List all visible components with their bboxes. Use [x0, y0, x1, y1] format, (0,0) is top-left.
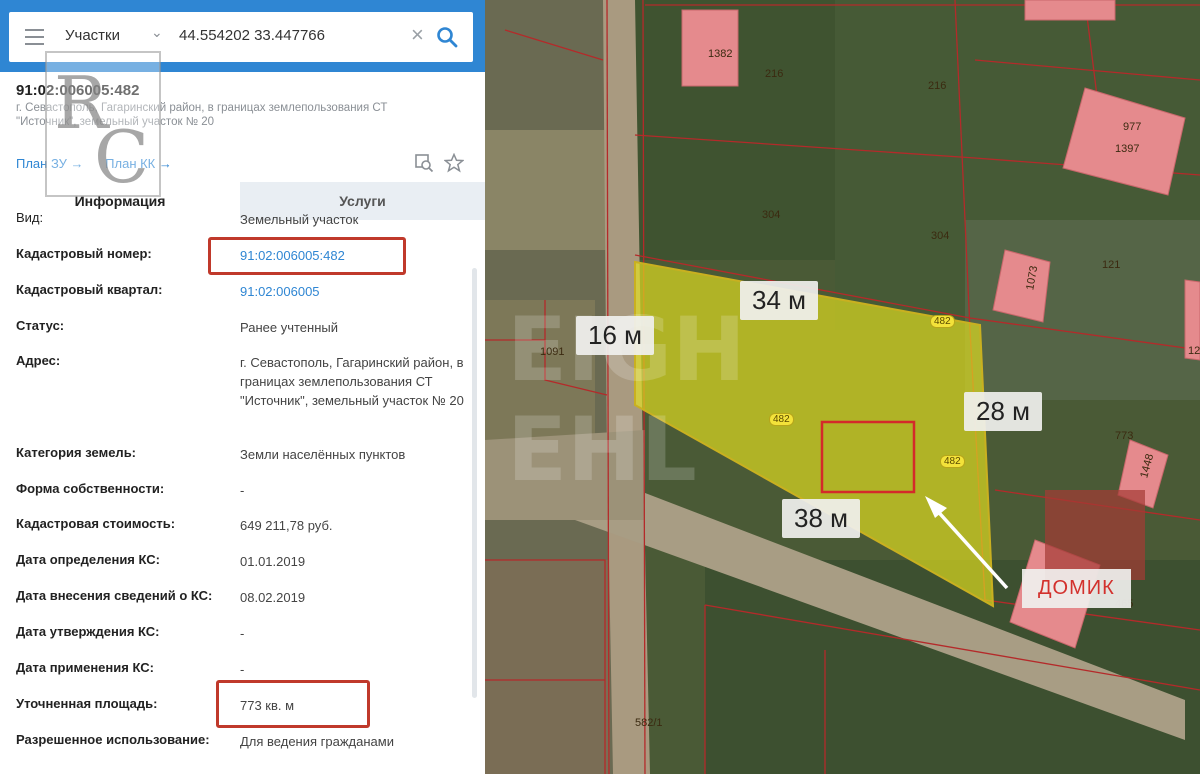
plot-label: 216	[928, 80, 947, 92]
row-value: Земли населённых пунктов	[240, 447, 406, 462]
row-label: Дата утверждения КС:	[16, 624, 160, 639]
plot-label: 582/1	[635, 717, 663, 729]
chevron-down-icon[interactable]: ⌄	[151, 24, 163, 41]
row-label: Уточненная площадь:	[16, 696, 158, 711]
house-label: ДОМИК	[1022, 569, 1131, 608]
plot-label: 304	[762, 209, 781, 221]
row-label: Вид:	[16, 210, 44, 225]
zoom-to-icon[interactable]	[414, 153, 434, 173]
clear-icon[interactable]: ×	[411, 23, 424, 47]
row-value: -	[240, 626, 245, 641]
row-label: Кадастровый квартал:	[16, 282, 163, 297]
row-value: Ранее учтенный	[240, 320, 338, 335]
scrollbar[interactable]	[472, 268, 477, 698]
row-label: Кадастровый номер:	[16, 246, 152, 261]
dimension-label-south: 38 м	[782, 499, 861, 538]
search-input[interactable]: 44.554202 33.447766	[179, 27, 325, 44]
row-label: Разрешенное использование:	[16, 732, 210, 747]
row-label: Дата определения КС:	[16, 552, 160, 567]
row-value: г. Севастополь, Гагаринский район, в гра…	[240, 355, 464, 408]
plot-label: 304	[931, 230, 950, 242]
dimension-label-west: 16 м	[576, 316, 655, 355]
rc-logo-watermark: R C	[45, 51, 161, 198]
svg-text:C: C	[94, 115, 149, 198]
row-value: 649 211,78 руб.	[240, 518, 333, 533]
layer-select[interactable]: Участки	[65, 27, 120, 44]
plot-label: 121	[1102, 259, 1121, 271]
row-value: -	[240, 662, 245, 677]
plot-label: 977	[1123, 121, 1142, 133]
parcel-number-tag: 482	[940, 455, 965, 468]
menu-icon[interactable]	[25, 29, 44, 45]
parcel-number-tag: 482	[930, 315, 955, 328]
plot-label: 773	[1115, 430, 1134, 442]
highlight-box-cadastral	[208, 237, 406, 275]
dimension-label-north: 34 м	[740, 281, 819, 320]
svg-text:EHL: EHL	[507, 398, 697, 501]
search-icon[interactable]	[435, 25, 459, 49]
highlight-box-area	[216, 680, 370, 728]
row-value: Для ведения гражданами	[240, 734, 394, 749]
row-label: Адрес:	[16, 353, 61, 368]
info-panel: Участки ⌄ 44.554202 33.447766 × ‹ 91:02:…	[0, 0, 485, 774]
row-label: Кадастровая стоимость:	[16, 516, 176, 531]
row-value: 01.01.2019	[240, 554, 306, 569]
plot-label: 12	[1188, 345, 1200, 357]
map-view[interactable]: EIGH EHL 1382 216 216 977 1397 304 304 1…	[485, 0, 1200, 774]
row-label: Категория земель:	[16, 445, 137, 460]
map-canvas: EIGH EHL	[485, 0, 1200, 774]
cadastral-quarter-link[interactable]: 91:02:006005	[240, 282, 472, 301]
parcel-number-tag: 482	[769, 413, 794, 426]
plot-label: 1397	[1115, 143, 1140, 155]
star-icon[interactable]	[444, 153, 464, 173]
plot-label: 1382	[708, 48, 733, 60]
row-value: 08.02.2019	[240, 590, 306, 605]
row-label: Дата применения КС:	[16, 660, 154, 675]
plot-label: 1091	[540, 346, 565, 358]
row-label: Статус:	[16, 318, 65, 333]
plot-label: 216	[765, 68, 784, 80]
dimension-label-east: 28 м	[964, 392, 1043, 431]
row-label: Форма собственности:	[16, 481, 165, 496]
row-value: -	[240, 483, 245, 498]
row-value: Земельный участок	[240, 212, 359, 227]
row-label: Дата внесения сведений о КС:	[16, 588, 213, 603]
